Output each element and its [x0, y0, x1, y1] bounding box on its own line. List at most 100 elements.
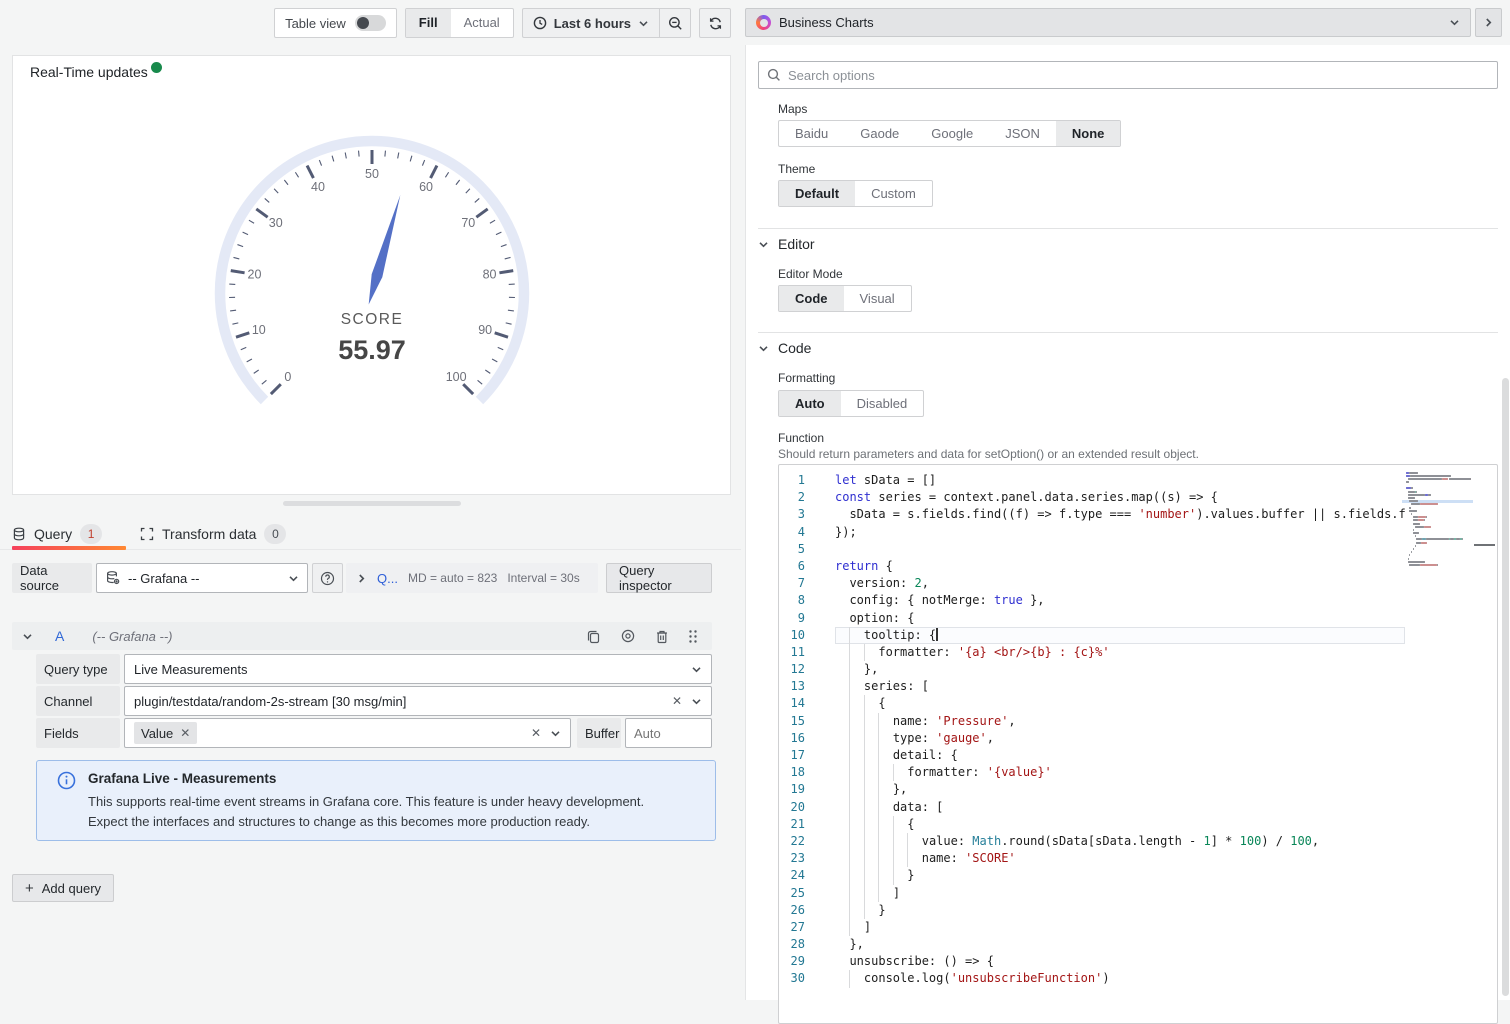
- query-inspector-button[interactable]: Query inspector: [606, 563, 712, 593]
- panel-toolbar: Table view Fill Actual Last 6 hours: [0, 8, 731, 38]
- editor-mode-radio-group: CodeVisual: [778, 285, 912, 312]
- radio-option-baidu[interactable]: Baidu: [779, 121, 844, 146]
- visualization-select[interactable]: Business Charts: [745, 8, 1471, 37]
- tab-transform-data[interactable]: Transform data 0: [140, 518, 286, 550]
- remove-field-icon[interactable]: ✕: [180, 726, 190, 740]
- disable-query-eye-icon[interactable]: [620, 628, 636, 644]
- section-divider: [758, 228, 1498, 229]
- code-section-header[interactable]: Code: [758, 340, 811, 356]
- datasource-select[interactable]: -- Grafana --: [96, 563, 308, 593]
- transform-icon: [140, 527, 154, 541]
- code-line: 21{: [779, 816, 1405, 833]
- stat-interval: Interval = 30s: [507, 571, 579, 585]
- query-count-badge: 1: [80, 524, 102, 544]
- channel-label: Channel: [36, 686, 120, 716]
- radio-option-auto[interactable]: Auto: [779, 391, 841, 416]
- code-line: 28},: [779, 936, 1405, 953]
- time-range-button[interactable]: Last 6 hours: [522, 8, 659, 38]
- dashboard-panel: Real-Time updates 0102030405060708090100…: [12, 55, 731, 495]
- refresh-button[interactable]: [699, 8, 731, 38]
- code-section-title: Code: [778, 340, 811, 356]
- code-line: 18formatter: '{value}': [779, 764, 1405, 781]
- code-line: 5: [779, 541, 1405, 558]
- gauge-needle: [369, 195, 401, 305]
- fields-multiselect[interactable]: Value ✕ ✕: [124, 718, 571, 748]
- function-description: Should return parameters and data for se…: [778, 447, 1199, 461]
- panel-title[interactable]: Real-Time updates: [22, 60, 156, 84]
- query-action-icons: [586, 628, 698, 644]
- radio-option-none[interactable]: None: [1056, 121, 1121, 146]
- gauge-svg: 0102030405060708090100SCORE55.97: [142, 93, 602, 493]
- page-scrollbar[interactable]: [1502, 378, 1509, 996]
- editor-mode-label: Editor Mode: [778, 267, 843, 281]
- panel-resize-handle[interactable]: [283, 501, 461, 506]
- table-view-switch[interactable]: [355, 15, 386, 31]
- code-minimap[interactable]: [1406, 471, 1471, 567]
- radio-option-default[interactable]: Default: [779, 181, 855, 206]
- search-icon: [767, 68, 781, 82]
- radio-option-disabled[interactable]: Disabled: [841, 391, 924, 416]
- radio-option-visual[interactable]: Visual: [844, 286, 911, 311]
- database-icon: [12, 527, 26, 541]
- clear-icon[interactable]: ✕: [531, 726, 541, 740]
- add-query-label: Add query: [42, 881, 101, 896]
- table-view-toggle-group: Table view: [274, 8, 397, 38]
- code-editor[interactable]: 1let sData = []2const series = context.p…: [778, 464, 1498, 1024]
- database-gear-icon: [105, 570, 121, 586]
- svg-text:70: 70: [461, 216, 475, 230]
- code-line: 19},: [779, 781, 1405, 798]
- add-query-button[interactable]: + Add query: [12, 874, 114, 902]
- actual-option[interactable]: Actual: [451, 9, 513, 37]
- formatting-radio-group: AutoDisabled: [778, 390, 924, 417]
- function-label: Function: [778, 431, 824, 445]
- chevron-down-icon: [1449, 17, 1460, 28]
- radio-option-json[interactable]: JSON: [989, 121, 1056, 146]
- code-line: 8config: { notMerge: true },: [779, 592, 1405, 609]
- chevron-down-icon: [758, 239, 769, 250]
- svg-text:80: 80: [483, 267, 497, 281]
- svg-text:20: 20: [248, 267, 262, 281]
- radio-option-gaode[interactable]: Gaode: [844, 121, 915, 146]
- fill-actual-group: Fill Actual: [405, 8, 514, 38]
- query-type-value: Live Measurements: [134, 662, 691, 677]
- query-ref-id: A: [55, 628, 64, 644]
- query-type-select[interactable]: Live Measurements: [124, 654, 712, 684]
- business-charts-plugin-icon: [756, 15, 771, 30]
- collapse-options-button[interactable]: [1475, 8, 1502, 37]
- query-type-label: Query type: [36, 654, 120, 684]
- radio-option-google[interactable]: Google: [915, 121, 989, 146]
- fill-option[interactable]: Fill: [406, 9, 451, 37]
- radio-option-custom[interactable]: Custom: [855, 181, 932, 206]
- code-line: 29unsubscribe: () => {: [779, 953, 1405, 970]
- search-input[interactable]: [788, 68, 1489, 83]
- code-line: 27]: [779, 919, 1405, 936]
- datasource-value: -- Grafana --: [128, 571, 281, 586]
- duplicate-query-icon[interactable]: [586, 629, 601, 644]
- channel-select[interactable]: plugin/testdata/random-2s-stream [30 msg…: [124, 686, 712, 716]
- collapsed-query-summary[interactable]: Q... MD = auto = 823 Interval = 30s: [346, 563, 598, 593]
- datasource-help-button[interactable]: [312, 563, 343, 593]
- zoom-out-button[interactable]: [659, 8, 691, 38]
- code-line: 7version: 2,: [779, 575, 1405, 592]
- editor-section-header[interactable]: Editor: [758, 236, 815, 252]
- code-line: 23name: 'SCORE': [779, 850, 1405, 867]
- theme-radio-group: DefaultCustom: [778, 180, 933, 207]
- gauge-value: 55.97: [338, 335, 406, 365]
- field-chip-value[interactable]: Value ✕: [134, 722, 197, 744]
- chevron-down-icon: [22, 631, 33, 642]
- chevron-down-icon: [691, 664, 702, 675]
- query-a-header[interactable]: A (-- Grafana --): [12, 622, 712, 650]
- buffer-input[interactable]: [634, 726, 703, 741]
- clear-icon[interactable]: ✕: [672, 694, 682, 708]
- code-line: 12},: [779, 661, 1405, 678]
- chevron-down-icon: [758, 343, 769, 354]
- drag-handle-icon[interactable]: [688, 629, 698, 644]
- code-line: 25]: [779, 885, 1405, 902]
- delete-query-trash-icon[interactable]: [655, 629, 669, 644]
- radio-option-code[interactable]: Code: [779, 286, 844, 311]
- code-line: 16type: 'gauge',: [779, 730, 1405, 747]
- stat-max-datapoints: MD = auto = 823: [408, 571, 497, 585]
- active-tab-underline: [12, 546, 126, 550]
- channel-value: plugin/testdata/random-2s-stream [30 msg…: [134, 694, 672, 709]
- code-line: 2const series = context.panel.data.serie…: [779, 489, 1405, 506]
